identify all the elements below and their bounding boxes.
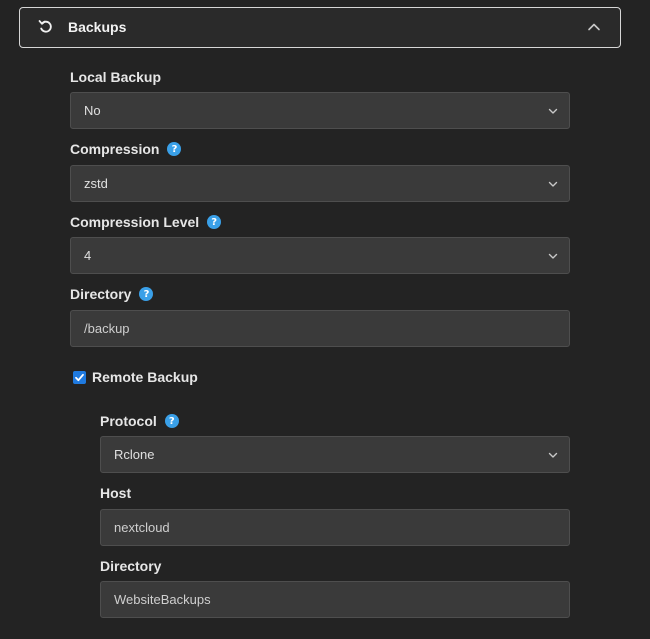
remote-directory-value: WebsiteBackups xyxy=(114,592,211,607)
compression-level-label: Compression Level ? xyxy=(70,214,222,230)
remote-backup-toggle[interactable]: Remote Backup xyxy=(73,369,198,385)
chevron-down-icon xyxy=(548,181,558,187)
directory-input[interactable]: /backup xyxy=(70,310,570,347)
local-backup-value: No xyxy=(84,103,101,118)
compression-value: zstd xyxy=(84,176,108,191)
host-label-text: Host xyxy=(100,485,132,501)
host-value: nextcloud xyxy=(114,520,170,535)
remote-directory-label: Directory xyxy=(100,558,161,574)
compression-select[interactable]: zstd xyxy=(70,165,570,202)
compression-label: Compression ? xyxy=(70,141,182,157)
help-icon[interactable]: ? xyxy=(139,287,154,301)
compression-level-select[interactable]: 4 xyxy=(70,237,570,274)
help-icon[interactable]: ? xyxy=(164,414,179,428)
compression-level-label-text: Compression Level xyxy=(70,214,200,230)
undo-icon xyxy=(38,20,52,33)
protocol-label: Protocol ? xyxy=(100,413,179,429)
directory-placeholder: /backup xyxy=(84,321,130,336)
protocol-select[interactable]: Rclone xyxy=(100,436,570,473)
remote-directory-label-text: Directory xyxy=(100,558,162,574)
help-icon[interactable]: ? xyxy=(207,215,222,229)
chevron-down-icon xyxy=(548,108,558,114)
chevron-down-icon xyxy=(548,253,558,259)
host-label: Host xyxy=(100,485,131,501)
remote-backup-label: Remote Backup xyxy=(92,369,198,385)
local-backup-label-text: Local Backup xyxy=(70,69,162,85)
chevron-up-icon[interactable] xyxy=(586,19,602,35)
directory-label: Directory ? xyxy=(70,286,154,302)
compression-label-text: Compression xyxy=(70,141,160,157)
section-title: Backups xyxy=(68,19,127,35)
remote-backup-checkbox[interactable] xyxy=(73,370,86,384)
protocol-value: Rclone xyxy=(114,447,155,462)
protocol-label-text: Protocol xyxy=(100,413,157,429)
compression-level-value: 4 xyxy=(84,248,92,263)
directory-label-text: Directory xyxy=(70,286,132,302)
backups-section-header[interactable]: Backups xyxy=(19,7,621,48)
help-icon[interactable]: ? xyxy=(167,142,182,156)
local-backup-select[interactable]: No xyxy=(70,92,570,129)
check-icon xyxy=(75,373,84,381)
local-backup-label: Local Backup xyxy=(70,69,161,85)
chevron-down-icon xyxy=(548,452,558,458)
host-input[interactable]: nextcloud xyxy=(100,509,570,546)
remote-directory-input[interactable]: WebsiteBackups xyxy=(100,581,570,618)
